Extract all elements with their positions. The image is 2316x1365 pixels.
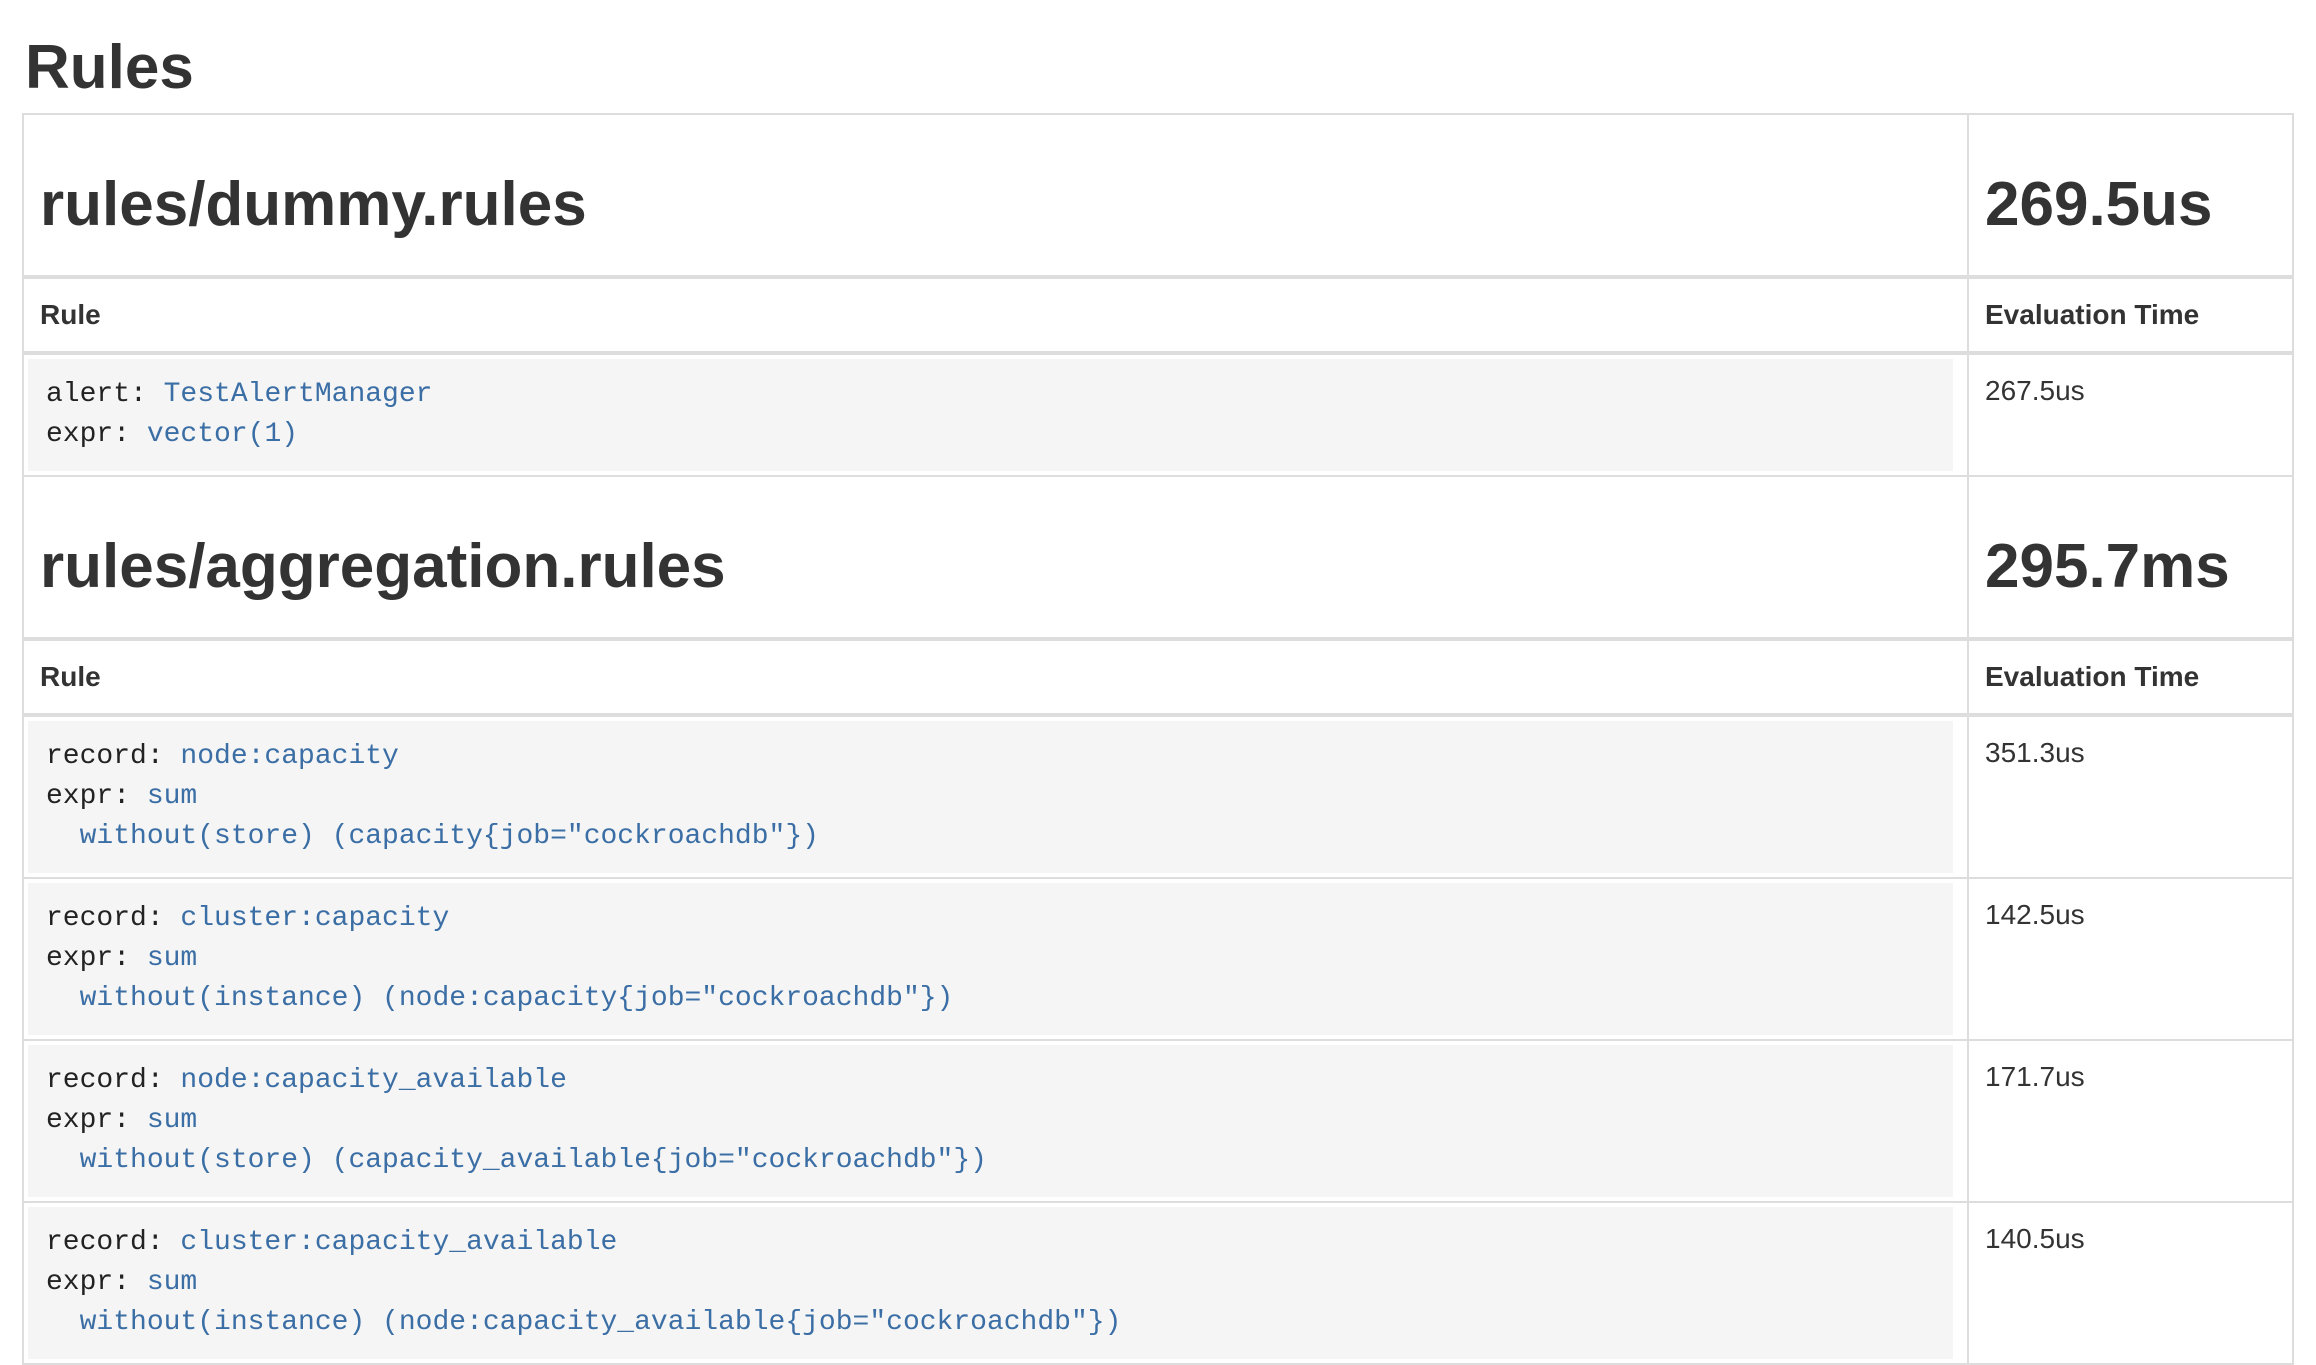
rule-evaluation-time: 351.3us bbox=[1968, 715, 2293, 878]
rule-kind-label: record: bbox=[46, 903, 180, 934]
rule-expr-link[interactable]: sum without(store) (capacity_available{j… bbox=[46, 1105, 987, 1176]
rule-group-eval-cell: 269.5us bbox=[1968, 114, 2293, 277]
rule-evaluation-time: 142.5us bbox=[1968, 878, 2293, 1040]
rule-cell: record: cluster:capacity_available expr:… bbox=[23, 1202, 1968, 1364]
rule-group-file-cell: rules/dummy.rules bbox=[23, 114, 1968, 277]
rule-expr-link[interactable]: sum without(instance) (node:capacity{job… bbox=[46, 943, 953, 1014]
rule-group-eval-cell: 295.7ms bbox=[1968, 476, 2293, 639]
rule-cell: record: node:capacity expr: sum without(… bbox=[23, 715, 1968, 878]
rule-definition: record: node:capacity expr: sum without(… bbox=[28, 721, 1953, 873]
rule-expr-link[interactable]: sum without(instance) (node:capacity_ava… bbox=[46, 1267, 1121, 1338]
rule-expr-label: expr: bbox=[46, 781, 147, 812]
rule-cell: record: node:capacity_available expr: su… bbox=[23, 1040, 1968, 1202]
rule-expr-link[interactable]: vector(1) bbox=[147, 419, 298, 450]
rule-evaluation-time: 267.5us bbox=[1968, 353, 2293, 476]
rule-group-file-cell: rules/aggregation.rules bbox=[23, 476, 1968, 639]
rule-group-evaluation-time: 269.5us bbox=[1985, 171, 2276, 239]
rule-group-header-row: rules/dummy.rules 269.5us bbox=[23, 114, 2293, 277]
rule-definition: record: cluster:capacity_available expr:… bbox=[28, 1207, 1953, 1359]
rule-row: alert: TestAlertManager expr: vector(1)2… bbox=[23, 353, 2293, 476]
rule-group-evaluation-time: 295.7ms bbox=[1985, 533, 2276, 601]
rule-kind-label: record: bbox=[46, 1065, 180, 1096]
rule-name-link[interactable]: node:capacity_available bbox=[180, 1065, 566, 1096]
rule-row: record: node:capacity_available expr: su… bbox=[23, 1040, 2293, 1202]
rule-expr-label: expr: bbox=[46, 943, 147, 974]
column-header-row: RuleEvaluation Time bbox=[23, 639, 2293, 715]
rule-group-file-title: rules/dummy.rules bbox=[40, 171, 1951, 239]
rule-cell: record: cluster:capacity expr: sum witho… bbox=[23, 878, 1968, 1040]
rule-row: record: cluster:capacity expr: sum witho… bbox=[23, 878, 2293, 1040]
column-header-row: RuleEvaluation Time bbox=[23, 277, 2293, 353]
rule-definition: alert: TestAlertManager expr: vector(1) bbox=[28, 359, 1953, 471]
rule-kind-label: record: bbox=[46, 741, 180, 772]
rule-group-file-title: rules/aggregation.rules bbox=[40, 533, 1951, 601]
rules-table: rules/dummy.rules269.5usRuleEvaluation T… bbox=[22, 113, 2294, 1365]
rule-expr-link[interactable]: sum without(store) (capacity{job="cockro… bbox=[46, 781, 819, 852]
rule-row: record: cluster:capacity_available expr:… bbox=[23, 1202, 2293, 1364]
rule-group-header-row: rules/aggregation.rules 295.7ms bbox=[23, 476, 2293, 639]
rule-row: record: node:capacity expr: sum without(… bbox=[23, 715, 2293, 878]
column-header-evaluation-time: Evaluation Time bbox=[1968, 639, 2293, 715]
rule-name-link[interactable]: cluster:capacity bbox=[180, 903, 449, 934]
rule-name-link[interactable]: node:capacity bbox=[180, 741, 398, 772]
column-header-rule: Rule bbox=[23, 277, 1968, 353]
rule-expr-label: expr: bbox=[46, 1267, 147, 1298]
rule-kind-label: alert: bbox=[46, 379, 164, 410]
rule-evaluation-time: 140.5us bbox=[1968, 1202, 2293, 1364]
rule-kind-label: record: bbox=[46, 1227, 180, 1258]
rule-evaluation-time: 171.7us bbox=[1968, 1040, 2293, 1202]
rule-definition: record: cluster:capacity expr: sum witho… bbox=[28, 883, 1953, 1035]
rule-name-link[interactable]: cluster:capacity_available bbox=[180, 1227, 617, 1258]
rule-name-link[interactable]: TestAlertManager bbox=[164, 379, 433, 410]
column-header-evaluation-time: Evaluation Time bbox=[1968, 277, 2293, 353]
rule-cell: alert: TestAlertManager expr: vector(1) bbox=[23, 353, 1968, 476]
rule-definition: record: node:capacity_available expr: su… bbox=[28, 1045, 1953, 1197]
column-header-rule: Rule bbox=[23, 639, 1968, 715]
rule-expr-label: expr: bbox=[46, 419, 147, 450]
page-title: Rules bbox=[25, 34, 2294, 102]
rule-expr-label: expr: bbox=[46, 1105, 147, 1136]
